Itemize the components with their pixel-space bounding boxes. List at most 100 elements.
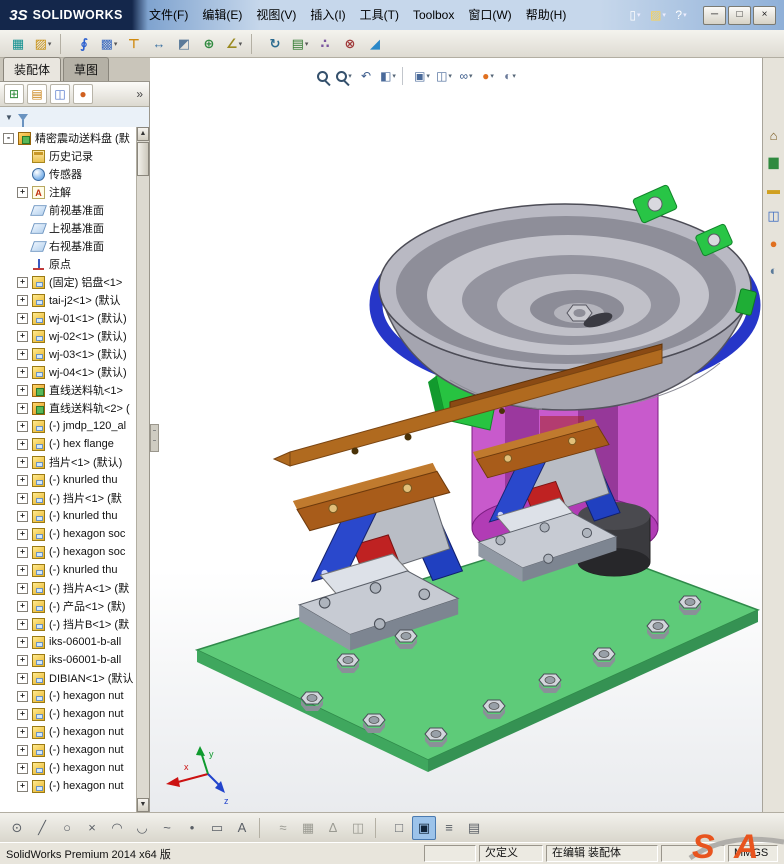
tree-item[interactable]: + (-) 挡片B<1> (默 [0, 615, 136, 633]
tree-expander[interactable]: + [17, 636, 28, 648]
display-style-icon[interactable]: ◫ [434, 66, 454, 86]
menu[interactable]: 工具(T) [353, 4, 406, 26]
tree-item[interactable]: + wj-02<1> (默认) [0, 327, 136, 345]
tree-item[interactable]: + (-) hexagon nut [0, 687, 136, 705]
mate-icon[interactable]: ∮ [72, 32, 96, 56]
tree-expander[interactable]: + [17, 420, 28, 432]
tree-item[interactable]: + tai-j2<1> (默认 [0, 291, 136, 309]
tree-item[interactable]: + wj-01<1> (默认) [0, 309, 136, 327]
reference-geometry-icon[interactable]: ∠ [222, 32, 246, 56]
tree-item[interactable]: + (-) hexagon soc [0, 543, 136, 561]
spline-icon[interactable]: ~ [155, 816, 179, 840]
tree-expander[interactable]: + [17, 564, 28, 576]
tree-item[interactable]: + DIBIAN<1> (默认 [0, 669, 136, 687]
tree-expander[interactable]: + [17, 546, 28, 558]
tree-expander[interactable]: + [17, 600, 28, 612]
tree-expander[interactable]: + [17, 672, 28, 684]
exploded-view-icon[interactable]: ∴ [313, 32, 337, 56]
tree-expander[interactable]: - [3, 132, 14, 144]
move-component-icon[interactable]: ↔ [147, 32, 171, 56]
menu[interactable]: 插入(I) [303, 4, 352, 26]
interference-detection-icon[interactable]: ⊗ [338, 32, 362, 56]
tree-expander[interactable]: + [17, 654, 28, 666]
smart-fasteners-icon[interactable]: ⊤ [122, 32, 146, 56]
tree-item[interactable]: 右视基准面 [0, 237, 136, 255]
tree-item[interactable]: + (-) knurled thu [0, 471, 136, 489]
arc-icon[interactable]: ◠ [105, 816, 129, 840]
trim-entities-icon[interactable]: ≈ [271, 816, 295, 840]
tree-item[interactable]: 传感器 [0, 165, 136, 183]
tree-item[interactable]: + (-) hexagon soc [0, 525, 136, 543]
panel-overflow-chevron[interactable]: » [136, 87, 145, 101]
menu[interactable]: Toolbox [406, 4, 461, 26]
close-button[interactable]: × [753, 5, 776, 25]
menu[interactable]: 文件(F) [142, 4, 195, 26]
line-icon[interactable]: ╱ [30, 816, 54, 840]
tree-item[interactable]: + 注解 [0, 183, 136, 201]
tree-expander[interactable]: + [17, 726, 28, 738]
help-icon[interactable]: ? [671, 5, 691, 25]
tree-item[interactable]: + 挡片<1> (默认) [0, 453, 136, 471]
tree-expander[interactable]: + [17, 780, 28, 792]
new-document-icon[interactable]: ▯ [625, 5, 645, 25]
graphics-area[interactable]: ↶◧ ▣◫∞●◐ x y z [150, 58, 762, 812]
tree-expander[interactable]: + [17, 438, 28, 450]
tree-expander[interactable]: + [17, 744, 28, 756]
tree-item[interactable]: + (-) hex flange [0, 435, 136, 453]
tree-expander[interactable]: + [17, 294, 28, 306]
tree-expander[interactable]: + [17, 618, 28, 630]
home-icon[interactable]: ⌂ [765, 126, 783, 144]
tree-expander[interactable]: + [17, 312, 28, 324]
sketch-toggle-icon[interactable]: ▣ [412, 815, 436, 840]
tree-item[interactable]: + (-) knurled thu [0, 561, 136, 579]
featuremanager-tab-icon[interactable]: ⊞ [4, 84, 24, 104]
tree-expander[interactable]: + [17, 474, 28, 486]
offset-entities-icon[interactable]: ∆ [321, 816, 345, 840]
tree-expander[interactable]: + [17, 348, 28, 360]
tree-item[interactable]: + iks-06001-b-all [0, 633, 136, 651]
hide-show-items-icon[interactable]: ∞ [456, 66, 476, 86]
open-document-icon[interactable]: ▨ [648, 5, 668, 25]
tree-item[interactable]: + (-) hexagon nut [0, 705, 136, 723]
tree-expander[interactable]: + [17, 402, 28, 414]
tree-scrollbar[interactable]: ▲ ▼ [136, 127, 149, 812]
smart-dimension-icon[interactable]: ⊙ [5, 816, 29, 840]
tree-expander[interactable]: + [17, 456, 28, 468]
tree-expander[interactable]: + [17, 276, 28, 288]
tree-item[interactable]: + (-) 挡片<1> (默 [0, 489, 136, 507]
previous-view-icon[interactable]: ↶ [356, 66, 376, 86]
configurationmanager-tab-icon[interactable]: ◫ [50, 84, 70, 104]
view-orientation-icon[interactable]: ▣ [412, 66, 432, 86]
tree-item[interactable]: + (-) jmdp_120_al [0, 417, 136, 435]
menu[interactable]: 编辑(E) [195, 4, 249, 26]
tree-root-assembly[interactable]: - 精密震动送料盘 (默 [0, 129, 136, 147]
tree-item[interactable]: 前视基准面 [0, 201, 136, 219]
tree-item[interactable]: 原点 [0, 255, 136, 273]
tree-item[interactable]: + (固定) 铝盘<1> [0, 273, 136, 291]
scroll-down-button[interactable]: ▼ [137, 798, 149, 812]
appearance-tab-icon[interactable]: ● [73, 84, 93, 104]
section-view-icon[interactable]: ◧ [378, 66, 398, 86]
tree-expander[interactable]: + [17, 384, 28, 396]
menu[interactable]: 帮助(H) [519, 4, 574, 26]
propertymanager-tab-icon[interactable]: ▤ [27, 84, 47, 104]
tree-item[interactable]: + 直线送料轨<1> [0, 381, 136, 399]
file-explorer-icon[interactable]: ▬ [765, 180, 783, 198]
tree-expander[interactable]: + [17, 510, 28, 522]
tree-expander[interactable]: + [17, 690, 28, 702]
relations-icon[interactable]: ≡ [437, 816, 461, 840]
show-hidden-components-icon[interactable]: ◩ [172, 32, 196, 56]
bill-of-materials-icon[interactable]: ▤ [288, 32, 312, 56]
point-icon[interactable]: • [180, 816, 204, 840]
grid-snap-icon[interactable]: □ [387, 816, 411, 840]
tree-filter-row[interactable]: ▼ [0, 107, 149, 128]
mirror-entities-icon[interactable]: ◫ [346, 816, 370, 840]
tree-expander[interactable]: + [17, 366, 28, 378]
apply-scene-icon[interactable]: ◐ [500, 66, 520, 86]
edit-appearance-icon[interactable]: ● [478, 66, 498, 86]
new-motion-study-icon[interactable]: ↻ [263, 32, 287, 56]
rectangle-icon[interactable]: ▭ [205, 816, 229, 840]
tree-expander[interactable]: + [17, 186, 28, 198]
tree-item[interactable]: + wj-03<1> (默认) [0, 345, 136, 363]
view-palette-icon[interactable]: ◫ [765, 207, 783, 225]
